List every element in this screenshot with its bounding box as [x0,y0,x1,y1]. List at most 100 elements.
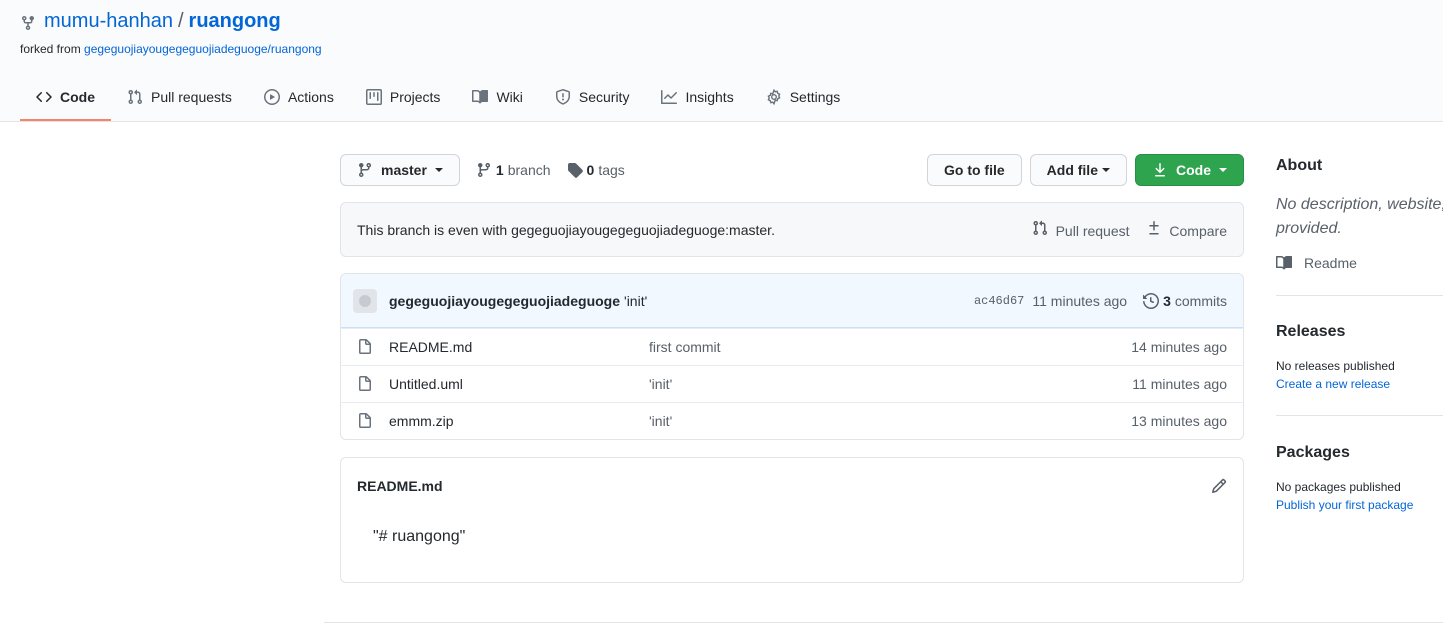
repo-owner-link[interactable]: mumu-hanhan [44,10,173,33]
compare-label: Compare [1169,223,1227,239]
repo-name-link[interactable]: ruangong [189,10,281,33]
repo-nav-tabs: Code Pull requests Actions Projects Wiki… [20,75,856,122]
tab-projects[interactable]: Projects [350,75,457,121]
repo-title: mumu-hanhan / ruangong [20,10,281,33]
branch-status-text: This branch is even with gegeguojiayouge… [357,221,775,238]
branch-icon [357,162,373,178]
tab-label: Settings [789,89,841,105]
branch-count: 1 [495,162,504,178]
chevron-down-icon [434,168,443,172]
pull-request-icon [1032,220,1048,236]
releases-section: Releases No releases published Create a … [1276,296,1443,391]
tab-code[interactable]: Code [20,75,111,121]
packages-text: No packages published [1276,480,1401,494]
branch-status-actions: Pull request Compare [1032,220,1227,239]
file-toolbar: master 1 branch 0 tags Go to file Add fi… [340,154,1244,186]
readme-header: README.md [341,458,1243,514]
readme-content: "# ruangong" [373,528,466,545]
tags-link[interactable]: 0 tags [567,162,625,178]
file-commit-message[interactable]: 'init' [649,376,1132,392]
releases-text: No releases published [1276,359,1395,373]
code-button-label: Code [1176,162,1211,178]
publish-package-link[interactable]: Publish your first package [1276,498,1443,512]
commit-author-link[interactable]: gegeguojiayougegeguojiadeguoge [389,293,620,309]
readme-box: README.md "# ruangong" [340,457,1244,583]
book-icon [1276,255,1292,271]
tab-pull-requests[interactable]: Pull requests [111,75,248,121]
shield-icon [555,89,571,105]
commit-count: 3 [1163,292,1171,309]
pull-request-icon [127,89,143,105]
branch-label: branch [507,162,551,178]
footer-divider [324,622,1443,623]
chevron-down-icon [1219,168,1227,172]
table-row: emmm.zip 'init' 13 minutes ago [341,402,1243,439]
file-name-link[interactable]: README.md [389,339,649,355]
create-release-link[interactable]: Create a new release [1276,377,1443,391]
tab-label: Pull requests [151,89,232,105]
fork-icon [20,14,36,30]
tab-actions[interactable]: Actions [248,75,350,121]
compare-link[interactable]: Compare [1146,220,1227,239]
pencil-icon[interactable] [1211,478,1227,494]
commit-message-link[interactable]: 'init' [624,293,647,309]
graph-icon [661,89,678,105]
file-age: 11 minutes ago [1132,376,1227,392]
about-description-line: provided. [1276,220,1342,237]
code-download-button[interactable]: Code [1135,154,1244,186]
file-commit-message[interactable]: first commit [649,339,1131,355]
table-row: Untitled.uml 'init' 11 minutes ago [341,365,1243,402]
branch-name: master [381,162,427,178]
tab-label: Insights [685,89,734,105]
branch-select-button[interactable]: master [340,154,460,186]
tab-settings[interactable]: Settings [750,75,857,121]
avatar[interactable] [353,288,377,313]
about-title: About [1276,157,1323,174]
tab-wiki[interactable]: Wiki [456,75,538,121]
commits-history-link[interactable]: 3 commits [1143,293,1227,309]
tab-security[interactable]: Security [539,75,646,121]
table-row: README.md first commit 14 minutes ago [341,328,1243,365]
commit-meta: ac46d67 11 minutes ago 3 commits [974,293,1227,309]
repo-sidebar: About No description, website, provided.… [1276,154,1443,512]
commit-count-label: commits [1174,292,1227,309]
forked-from: forked from gegeguojiayougegeguojiadeguo… [20,42,322,56]
tab-label: Wiki [496,89,523,105]
readme-link[interactable]: Readme [1276,255,1443,271]
history-icon [1143,292,1160,309]
repo-header: mumu-hanhan / ruangong forked from gegeg… [0,0,1443,122]
commit-sha-link[interactable]: ac46d67 [974,294,1024,308]
code-icon [36,89,52,105]
toolbar-actions: Go to file Add file Code [926,154,1244,186]
readme-title: README.md [357,478,443,494]
tab-insights[interactable]: Insights [645,75,749,121]
gear-icon [766,89,782,105]
latest-commit: gegeguojiayougegeguojiadeguoge 'init' ac… [341,274,1243,328]
file-list: gegeguojiayougegeguojiadeguoge 'init' ac… [340,273,1244,440]
pull-request-label: Pull request [1055,223,1130,239]
go-to-file-button[interactable]: Go to file [926,154,1022,186]
readme-link-label: Readme [1304,255,1357,271]
diff-icon [1146,220,1162,236]
packages-title[interactable]: Packages [1276,444,1443,462]
add-file-button[interactable]: Add file [1029,154,1127,186]
releases-title[interactable]: Releases [1276,323,1443,341]
file-icon [357,376,373,392]
repo-title-separator: / [177,10,184,32]
play-icon [263,89,280,105]
about-description-line: No description, website, [1276,196,1443,213]
file-commit-message[interactable]: 'init' [649,413,1131,429]
file-icon [357,413,373,429]
file-name-link[interactable]: Untitled.uml [389,376,649,392]
download-icon [1152,162,1168,178]
add-file-label: Add file [1046,162,1098,178]
branch-status-box: This branch is even with gegeguojiayouge… [340,202,1244,257]
forked-from-link[interactable]: gegeguojiayougegeguojiadeguoge/ruangong [84,42,322,56]
forked-from-prefix: forked from [20,42,81,56]
file-icon [357,339,373,355]
about-description: No description, website, provided. [1276,193,1443,241]
packages-section: Packages No packages published Publish y… [1276,416,1443,512]
branches-link[interactable]: 1 branch [476,162,551,178]
file-name-link[interactable]: emmm.zip [389,413,649,429]
pull-request-link[interactable]: Pull request [1032,220,1130,239]
